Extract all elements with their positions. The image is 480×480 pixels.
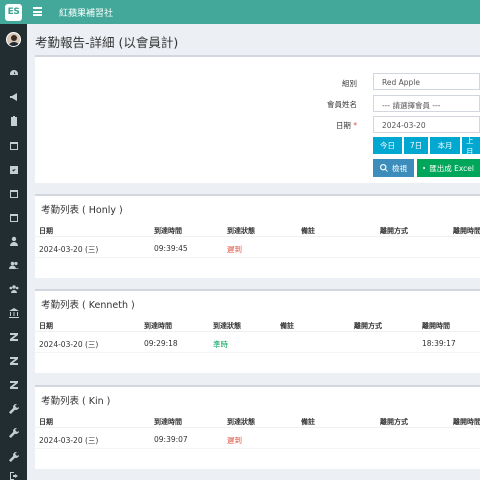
col-arrival-status: 到達狀態: [213, 322, 241, 330]
app-logo[interactable]: ES: [0, 0, 27, 24]
member-select[interactable]: --- 請選擇會員 ---: [373, 95, 480, 112]
top-bar: 紅蘋果補習社: [27, 0, 480, 24]
col-date: 日期: [39, 418, 53, 426]
seven-days-button[interactable]: 7日: [404, 137, 428, 154]
col-arrival-time: 到達時間: [154, 227, 182, 235]
calendar-icon[interactable]: [0, 138, 27, 152]
dashboard-icon[interactable]: [0, 66, 27, 80]
cell-arrival-time: 09:29:18: [144, 339, 178, 348]
panel-title: 考勤列表 ( Kin ): [41, 396, 111, 407]
table-header: 日期 到達時間 到達狀態 備註 離開方式 離開時間: [35, 413, 480, 428]
cell-date: 2024-03-20 (三): [39, 245, 99, 254]
col-date: 日期: [39, 322, 53, 330]
export-label: 匯出成 Excel: [429, 163, 474, 173]
col-arrival-status: 到達狀態: [227, 418, 255, 426]
cell-date: 2024-03-20 (三): [39, 436, 99, 445]
bank-icon[interactable]: [0, 306, 27, 320]
clipboard-icon[interactable]: [0, 114, 27, 128]
col-leave-time: 離開時間: [453, 227, 480, 235]
this-month-button[interactable]: 本月: [430, 137, 460, 154]
col-leave-time: 離開時間: [422, 322, 450, 330]
search-button[interactable]: 檢視: [373, 159, 414, 177]
col-leave-method: 離開方式: [380, 418, 408, 426]
megaphone-icon[interactable]: [0, 90, 27, 104]
wrench-icon[interactable]: [0, 426, 27, 440]
col-arrival-time: 到達時間: [154, 418, 182, 426]
sidebar: ES: [0, 0, 27, 480]
cell-arrival-status: 遲到: [227, 436, 242, 445]
logo-mark: ES: [5, 3, 22, 21]
cell-arrival-status: 遲到: [227, 245, 242, 254]
col-leave-method: 離開方式: [380, 227, 408, 235]
member-label: 會員姓名: [327, 100, 357, 109]
menu-toggle-icon[interactable]: [33, 7, 42, 16]
user-icon[interactable]: [0, 234, 27, 248]
date-input[interactable]: 2024-03-20: [373, 116, 480, 133]
app-title: 紅蘋果補習社: [59, 9, 114, 19]
cell-date: 2024-03-20 (三): [39, 340, 99, 349]
group-icon[interactable]: [0, 282, 27, 296]
col-remark: 備註: [301, 227, 315, 235]
z-icon[interactable]: [0, 330, 27, 344]
col-remark: 備註: [301, 418, 315, 426]
col-arrival-time: 到達時間: [144, 322, 172, 330]
wrench-icon[interactable]: [0, 450, 27, 464]
search-label: 檢視: [392, 163, 407, 173]
sign-out-icon[interactable]: [0, 472, 27, 480]
page-title: 考勤報告-詳細 (以會員計): [35, 35, 179, 50]
group-select[interactable]: Red Apple: [373, 73, 480, 90]
table-row: 2024-03-20 (三) 09:39:45 遲到: [35, 238, 480, 258]
col-leave-time: 離開時間: [453, 418, 480, 426]
export-excel-button[interactable]: 匯出成 Excel: [417, 159, 480, 177]
table-row: 2024-03-20 (三) 09:39:07 遲到: [35, 429, 480, 449]
calendar-check-icon[interactable]: [0, 162, 27, 176]
date-label-text: 日期: [335, 121, 351, 130]
cell-arrival-time: 09:39:07: [154, 435, 188, 444]
date-label: 日期 *: [297, 120, 357, 131]
filter-panel: 組別 Red Apple 會員姓名 --- 請選擇會員 --- 日期 * 202…: [35, 55, 480, 183]
calendar-icon[interactable]: [0, 210, 27, 224]
col-arrival-status: 到達狀態: [227, 227, 255, 235]
col-leave-method: 離開方式: [354, 322, 382, 330]
col-remark: 備註: [280, 322, 294, 330]
attendance-panel: 考勤列表 ( Kenneth ) 日期 到達時間 到達狀態 備註 離開方式 離開…: [35, 289, 480, 373]
attendance-panel: 考勤列表 ( Kin ) 日期 到達時間 到達狀態 備註 離開方式 離開時間 2…: [35, 385, 480, 469]
z-icon[interactable]: [0, 378, 27, 392]
attendance-panel: 考勤列表 ( Honly ) 日期 到達時間 到達狀態 備註 離開方式 離開時間…: [35, 194, 480, 278]
today-button[interactable]: 今日: [373, 137, 402, 154]
required-mark: *: [353, 121, 357, 130]
file-excel-icon: [423, 166, 426, 170]
table-header: 日期 到達時間 到達狀態 備註 離開方式 離開時間: [35, 222, 480, 237]
panel-title: 考勤列表 ( Kenneth ): [41, 300, 135, 311]
panel-title: 考勤列表 ( Honly ): [41, 205, 123, 216]
cell-leave-time: 18:39:17: [422, 339, 456, 348]
z-icon[interactable]: [0, 354, 27, 368]
search-icon: [380, 164, 388, 172]
avatar[interactable]: [6, 32, 21, 47]
wrench-icon[interactable]: [0, 402, 27, 416]
users-icon[interactable]: [0, 258, 27, 272]
table-header: 日期 到達時間 到達狀態 備註 離開方式 離開時間: [35, 317, 480, 332]
col-date: 日期: [39, 227, 53, 235]
last-month-button[interactable]: 上月: [462, 137, 480, 154]
cell-arrival-status: 準時: [213, 340, 228, 349]
table-row: 2024-03-20 (三) 09:29:18 準時 18:39:17: [35, 333, 480, 353]
group-label: 組別: [342, 79, 357, 88]
cell-arrival-time: 09:39:45: [154, 244, 188, 253]
calendar-icon[interactable]: [0, 186, 27, 200]
